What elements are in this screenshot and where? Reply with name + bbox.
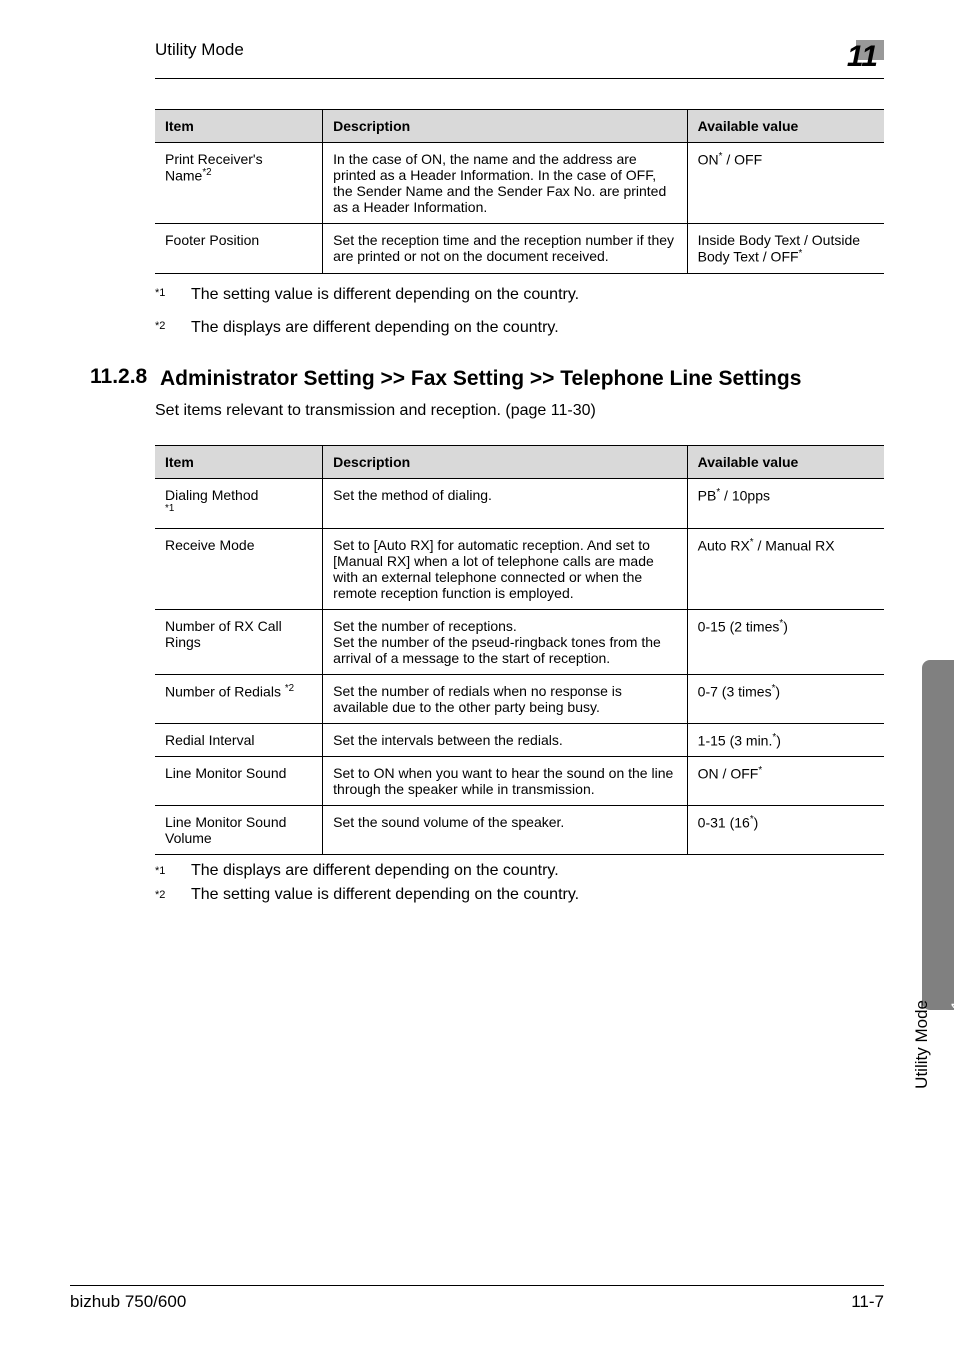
footnotes-1: *1 The setting value is different depend… [155, 278, 884, 345]
table2-header-value: Available value [687, 446, 884, 479]
footnotes-2: *1 The displays are different depending … [155, 859, 884, 907]
table1-header-value: Available value [687, 110, 884, 143]
cell-value: 1-15 (3 min.*) [687, 723, 884, 757]
cell-value: 0-7 (3 times*) [687, 674, 884, 723]
table1-header-item: Item [155, 110, 323, 143]
table-row: Print Receiver's Name*2 In the case of O… [155, 143, 884, 224]
cell-item: Line Monitor Sound Volume [155, 806, 323, 855]
cell-desc: Set the sound volume of the speaker. [323, 806, 688, 855]
table-row: Line Monitor Sound Volume Set the sound … [155, 806, 884, 855]
cell-item: Receive Mode [155, 528, 323, 609]
cell-desc: Set the number of redials when no respon… [323, 674, 688, 723]
footnote: *1 The setting value is different depend… [155, 278, 884, 312]
footnote: *2 The setting value is different depend… [155, 883, 884, 907]
side-section-label: Utility Mode [912, 1000, 932, 1089]
cell-value: 0-15 (2 times*) [687, 609, 884, 674]
footnote: *1 The displays are different depending … [155, 859, 884, 883]
cell-item: Number of Redials *2 [155, 674, 323, 723]
cell-desc: Set the intervals between the redials. [323, 723, 688, 757]
table1-header-desc: Description [323, 110, 688, 143]
heading-number: 11.2.8 [90, 365, 150, 392]
cell-value: ON / OFF* [687, 757, 884, 806]
table-row: Footer Position Set the reception time a… [155, 224, 884, 274]
cell-item: Dialing Method*1 [155, 479, 323, 529]
cell-desc: Set the number of receptions. Set the nu… [323, 609, 688, 674]
cell-desc: Set the method of dialing. [323, 479, 688, 529]
cell-value: PB* / 10pps [687, 479, 884, 529]
cell-desc: Set to [Auto RX] for automatic reception… [323, 528, 688, 609]
cell-value: Auto RX* / Manual RX [687, 528, 884, 609]
chapter-badge: 11 [841, 40, 884, 74]
cell-value: Inside Body Text / Outside Body Text / O… [687, 224, 884, 274]
table-row: Number of Redials *2 Set the number of r… [155, 674, 884, 723]
cell-item: Footer Position [155, 224, 323, 274]
cell-desc: In the case of ON, the name and the addr… [323, 143, 688, 224]
side-tab [922, 660, 954, 1010]
section-title: Utility Mode [155, 40, 244, 60]
cell-value: ON* / OFF [687, 143, 884, 224]
cell-item: Print Receiver's Name*2 [155, 143, 323, 224]
section-heading: 11.2.8 Administrator Setting >> Fax Sett… [155, 365, 884, 392]
heading-text: Administrator Setting >> Fax Setting >> … [160, 365, 801, 392]
table-row: Number of RX Call Rings Set the number o… [155, 609, 884, 674]
cell-item: Number of RX Call Rings [155, 609, 323, 674]
cell-item: Redial Interval [155, 723, 323, 757]
footnote: *2 The displays are different depending … [155, 311, 884, 345]
footer-model: bizhub 750/600 [70, 1292, 186, 1312]
cell-desc: Set the reception time and the reception… [323, 224, 688, 274]
side-chapter-label: Chapter 11 [948, 1000, 954, 1083]
body-paragraph: Set items relevant to transmission and r… [155, 402, 884, 420]
footer-page-number: 11-7 [851, 1292, 884, 1312]
table-row: Redial Interval Set the intervals betwee… [155, 723, 884, 757]
table-row: Line Monitor Sound Set to ON when you wa… [155, 757, 884, 806]
table2-header-desc: Description [323, 446, 688, 479]
settings-table-2: Item Description Available value Dialing… [155, 445, 884, 855]
settings-table-1: Item Description Available value Print R… [155, 109, 884, 274]
cell-value: 0-31 (16*) [687, 806, 884, 855]
table-row: Receive Mode Set to [Auto RX] for automa… [155, 528, 884, 609]
page-footer: bizhub 750/600 11-7 [70, 1285, 884, 1312]
page-header: Utility Mode 11 [155, 40, 884, 79]
table2-header-item: Item [155, 446, 323, 479]
cell-item: Line Monitor Sound [155, 757, 323, 806]
table-row: Dialing Method*1 Set the method of diali… [155, 479, 884, 529]
cell-desc: Set to ON when you want to hear the soun… [323, 757, 688, 806]
